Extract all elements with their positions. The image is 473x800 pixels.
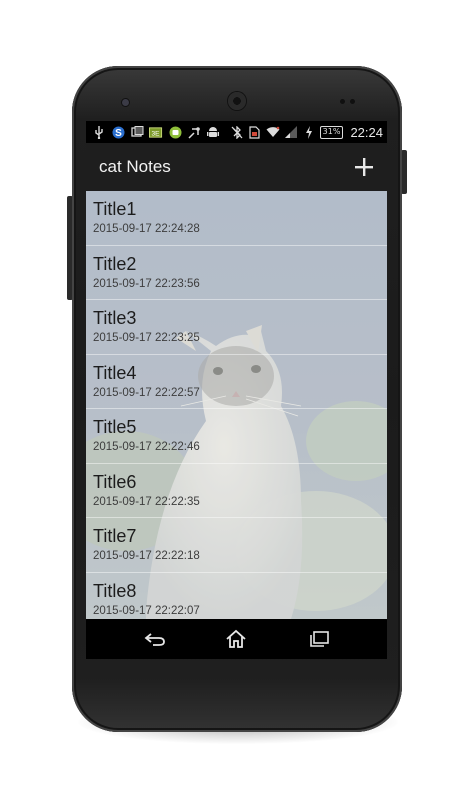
note-title: Title4 — [93, 362, 137, 383]
status-bar-notifications: S 3E — [92, 124, 220, 140]
note-list-item[interactable]: Title8 2015-09-17 22:22:07 — [86, 573, 387, 620]
front-camera — [122, 99, 129, 106]
app-title: cat Notes — [99, 157, 171, 176]
status-bar-clock: 22:24 — [350, 124, 383, 140]
android-app-icon — [168, 125, 182, 139]
note-list-item[interactable]: Title2 2015-09-17 22:23:56 — [86, 246, 387, 300]
note-timestamp: 2015-09-17 22:22:18 — [93, 550, 200, 562]
android-icon — [206, 125, 220, 139]
svg-text:S: S — [115, 128, 122, 139]
note-list-item[interactable]: Title7 2015-09-17 22:22:18 — [86, 518, 387, 573]
note-list-item[interactable]: Title5 2015-09-17 22:22:46 — [86, 409, 387, 464]
note-title: Title6 — [93, 471, 137, 492]
note-list-item[interactable]: Title6 2015-09-17 22:22:35 — [86, 464, 387, 518]
phone-screen: S 3E 31% 22:24 cat Notes Title1 2015-09-… — [86, 121, 387, 659]
note-timestamp: 2015-09-17 22:22:07 — [93, 604, 200, 617]
battery-indicator: 31% — [319, 125, 344, 139]
note-timestamp: 2015-09-17 22:22:35 — [93, 495, 200, 508]
charging-icon — [302, 125, 316, 139]
note-title: Title8 — [93, 580, 137, 601]
note-title: Title1 — [93, 199, 137, 219]
earpiece-speaker — [228, 92, 246, 110]
note-list-item[interactable]: Title1 2015-09-17 22:24:28 — [86, 191, 387, 246]
note-timestamp: 2015-09-17 22:22:46 — [93, 441, 200, 453]
back-icon — [144, 633, 165, 646]
status-bar: S 3E 31% 22:24 — [86, 121, 387, 143]
action-bar: cat Notes — [86, 143, 387, 192]
note-title: Title5 — [93, 417, 137, 437]
recents-button[interactable] — [299, 625, 339, 653]
recents-icon — [310, 631, 329, 647]
usb-icon — [92, 125, 106, 139]
note-timestamp: 2015-09-17 22:23:25 — [93, 332, 200, 344]
status-bar-system: 31% 22:24 — [230, 124, 383, 140]
notes-content: Title1 2015-09-17 22:24:28 Title2 2015-0… — [86, 191, 387, 619]
note-title: Title2 — [93, 253, 137, 274]
note-list-item[interactable]: Title4 2015-09-17 22:22:57 — [86, 355, 387, 409]
navigation-bar — [86, 619, 387, 659]
proximity-sensor — [340, 99, 345, 104]
battery-saver-icon: 3E — [149, 125, 163, 139]
home-icon — [226, 629, 246, 648]
s-app-icon: S — [111, 125, 125, 139]
wifi-icon — [266, 125, 280, 139]
signal-icon — [284, 125, 298, 139]
notes-list: Title1 2015-09-17 22:24:28 Title2 2015-0… — [86, 191, 387, 619]
light-sensor — [350, 99, 355, 104]
plus-icon — [355, 158, 373, 176]
stage: S 3E 31% 22:24 cat Notes Title1 2015-09-… — [0, 0, 473, 800]
note-title: Title7 — [93, 526, 137, 546]
debug-icon — [187, 125, 201, 139]
note-list-item[interactable]: Title3 2015-09-17 22:23:25 — [86, 300, 387, 355]
screenshot-icon — [130, 125, 144, 139]
note-timestamp: 2015-09-17 22:24:28 — [93, 223, 200, 235]
sim-icon — [248, 125, 262, 139]
note-timestamp: 2015-09-17 22:23:56 — [93, 277, 200, 290]
note-timestamp: 2015-09-17 22:22:57 — [93, 386, 200, 399]
note-title: Title3 — [93, 308, 137, 328]
home-button[interactable] — [216, 625, 256, 653]
add-note-button[interactable] — [349, 152, 379, 182]
bluetooth-off-icon — [230, 125, 244, 139]
back-button[interactable] — [135, 625, 175, 653]
svg-text:3E: 3E — [152, 130, 161, 137]
